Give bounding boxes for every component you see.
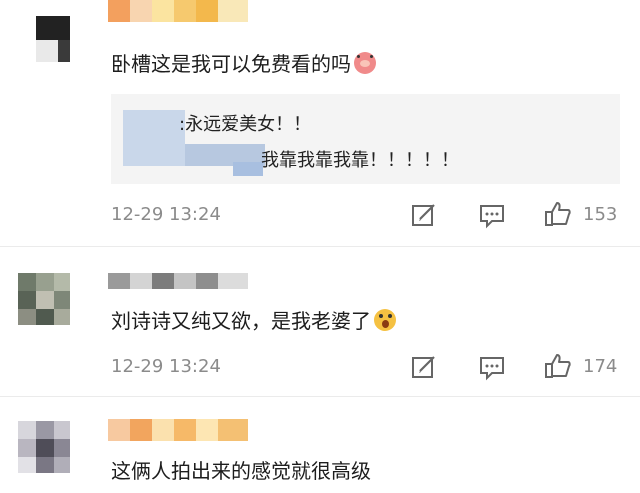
comment-icon[interactable]	[478, 201, 506, 229]
comment-text-content: 刘诗诗又纯又欲，是我老婆了	[111, 309, 371, 333]
reply-line-2: 我靠我靠我靠！！！！！	[261, 150, 459, 171]
comment-text: 刘诗诗又纯又欲，是我老婆了	[111, 307, 396, 335]
reply-author-redacted	[123, 110, 185, 166]
comment-icon[interactable]	[478, 353, 506, 381]
thumbs-up-icon[interactable]	[544, 200, 572, 228]
reply-box[interactable]: :永远爱美女！！ 我靠我靠我靠！！！！！	[111, 94, 620, 184]
avatar[interactable]	[18, 421, 70, 473]
like-count: 153	[583, 204, 618, 225]
like-count: 174	[583, 356, 618, 377]
comment-2: 刘诗诗又纯又欲，是我老婆了 12-29 13:24 174	[0, 247, 640, 397]
username-redacted[interactable]	[108, 273, 248, 289]
reply-line-1: :永远爱美女！！	[179, 114, 312, 135]
timestamp: 12-29 13:24	[111, 356, 221, 377]
username-redacted[interactable]	[108, 0, 248, 22]
avatar[interactable]	[18, 10, 70, 62]
reply-author-redacted	[233, 162, 263, 176]
repost-icon[interactable]	[410, 201, 438, 229]
comment-text-content: 卧槽这是我可以免费看的吗	[111, 52, 351, 76]
shocked-face-icon	[374, 309, 396, 331]
timestamp: 12-29 13:24	[111, 204, 221, 225]
comment-text: 这俩人拍出来的感觉就很高级	[111, 459, 371, 483]
username-redacted[interactable]	[108, 419, 248, 441]
comment-3: 这俩人拍出来的感觉就很高级	[0, 397, 640, 493]
pig-face-icon	[354, 52, 376, 74]
thumbs-up-icon[interactable]	[544, 352, 572, 380]
avatar[interactable]	[18, 273, 70, 325]
repost-icon[interactable]	[410, 353, 438, 381]
comment-text: 卧槽这是我可以免费看的吗	[111, 50, 376, 78]
comment-1: 卧槽这是我可以免费看的吗 :永远爱美女！！ 我靠我靠我靠！！！！！ 12-29 …	[0, 0, 640, 250]
